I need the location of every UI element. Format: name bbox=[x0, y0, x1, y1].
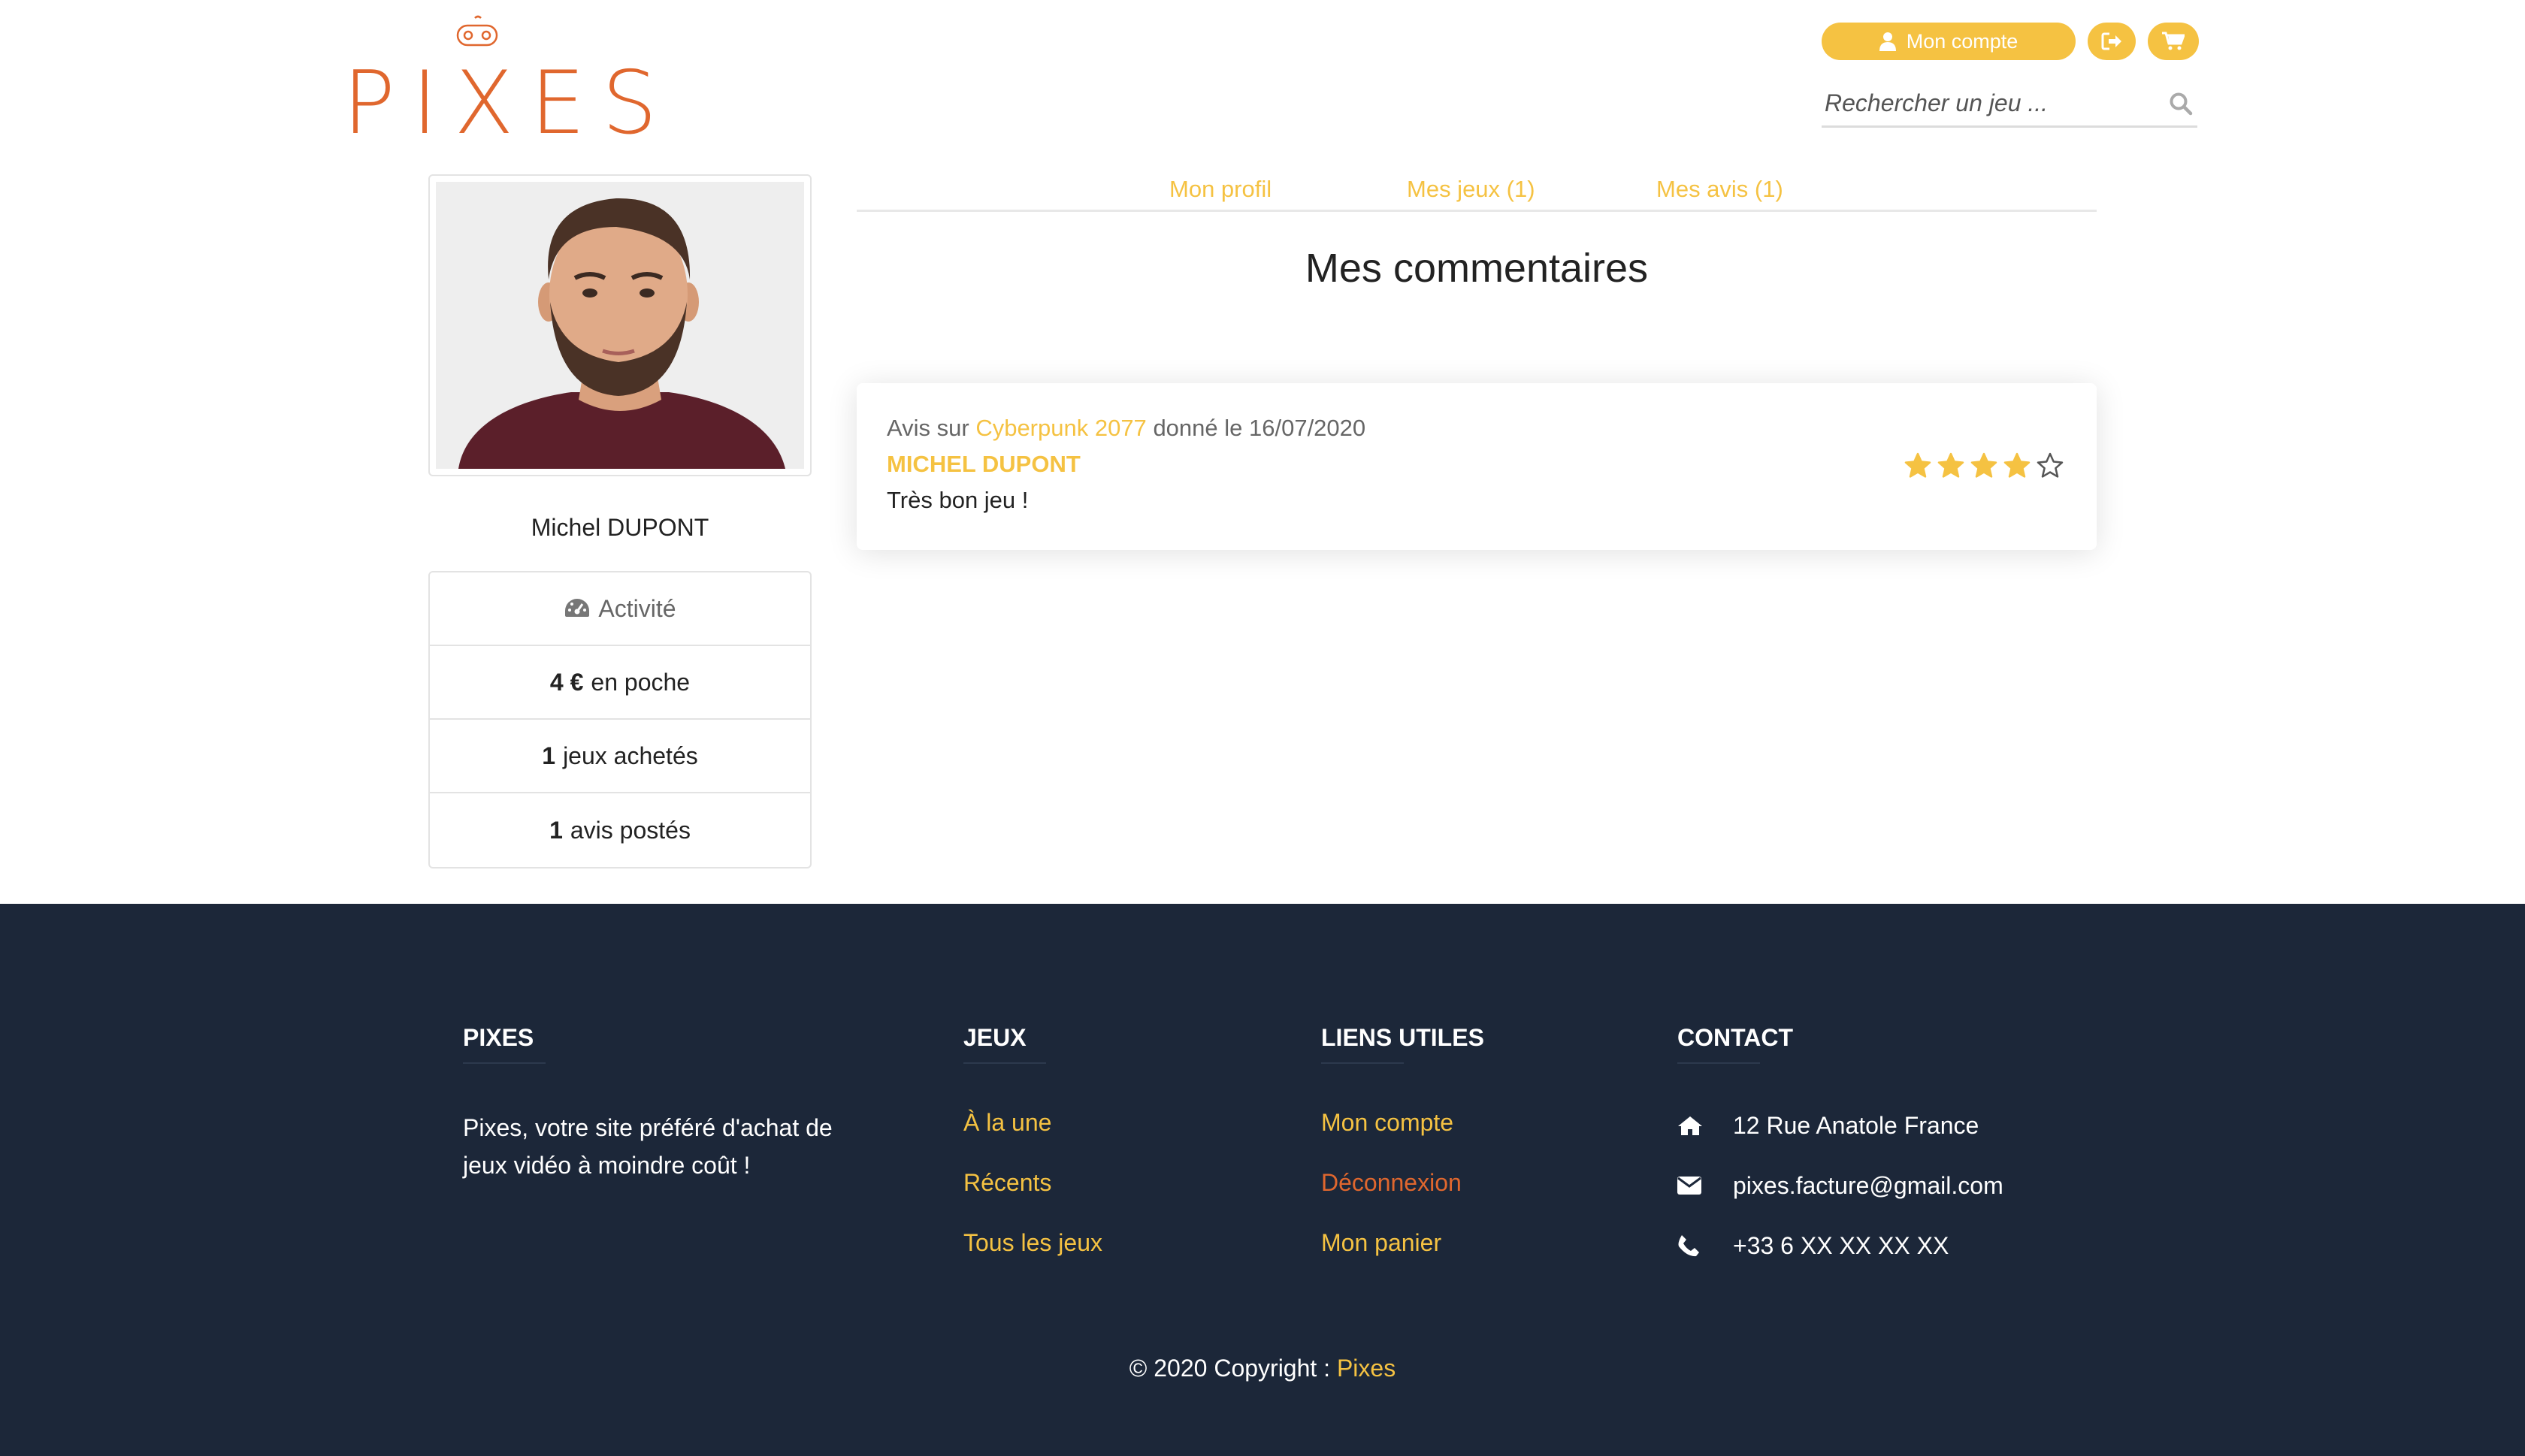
review-date: donné le 16/07/2020 bbox=[1153, 415, 1366, 441]
contact-phone-text: +33 6 XX XX XX XX bbox=[1733, 1231, 1949, 1259]
footer-useful-links: LIENS UTILES Mon compte Déconnexion Mon … bbox=[1321, 1024, 1484, 1289]
review-prefix: Avis sur bbox=[887, 415, 969, 441]
star-filled-icon bbox=[1970, 452, 1997, 478]
copyright: © 2020 Copyright : Pixes bbox=[0, 1355, 2525, 1382]
review-comment: Très bon jeu ! bbox=[887, 487, 1029, 513]
user-icon bbox=[1879, 32, 1896, 51]
wallet-stat: 4 € en poche bbox=[430, 646, 810, 720]
star-filled-icon bbox=[2003, 452, 2031, 478]
copyright-brand-link[interactable]: Pixes bbox=[1337, 1355, 1396, 1382]
wallet-suffix: en poche bbox=[591, 668, 691, 696]
star-empty-icon bbox=[2037, 452, 2064, 478]
logo-text: PIXES bbox=[343, 53, 674, 154]
account-button-label: Mon compte bbox=[1906, 29, 2018, 53]
home-icon bbox=[1678, 1116, 1702, 1135]
star-filled-icon bbox=[1904, 452, 1931, 478]
search-icon[interactable] bbox=[2164, 87, 2197, 120]
footer-link-logout[interactable]: Déconnexion bbox=[1321, 1169, 1484, 1202]
envelope-icon bbox=[1677, 1177, 1701, 1195]
footer-games: JEUX À la une Récents Tous les jeux bbox=[963, 1024, 1102, 1289]
profile-stats: Activité 4 € en poche 1 jeux achetés 1 a… bbox=[428, 571, 812, 868]
footer-link-recent[interactable]: Récents bbox=[963, 1169, 1102, 1202]
profile-tabs: Mon profil Mes jeux (1) Mes avis (1) bbox=[857, 170, 2097, 212]
contact-phone: +33 6 XX XX XX XX bbox=[1677, 1229, 2003, 1262]
footer-games-title: JEUX bbox=[963, 1024, 1102, 1064]
wallet-value: 4 € bbox=[549, 668, 584, 696]
reviews-suffix: avis postés bbox=[570, 816, 691, 844]
review-author: MICHEL DUPONT bbox=[887, 451, 1081, 477]
contact-address-text: 12 Rue Anatole France bbox=[1733, 1111, 1979, 1139]
account-button[interactable]: Mon compte bbox=[1822, 23, 2076, 60]
review-rating bbox=[1904, 452, 2064, 479]
review-card: Avis sur Cyberpunk 2077 donné le 16/07/2… bbox=[857, 383, 2097, 550]
contact-address: 12 Rue Anatole France bbox=[1677, 1109, 2003, 1142]
footer-link-featured[interactable]: À la une bbox=[963, 1109, 1102, 1142]
dashboard-icon bbox=[565, 599, 590, 617]
profile-photo bbox=[436, 182, 804, 469]
footer-about-title: PIXES bbox=[463, 1024, 869, 1064]
footer-about-text: Pixes, votre site préféré d'achat de jeu… bbox=[463, 1114, 833, 1179]
footer-contact-title: CONTACT bbox=[1677, 1024, 2003, 1064]
games-suffix: jeux achetés bbox=[563, 742, 698, 769]
contact-email: pixes.facture@gmail.com bbox=[1677, 1169, 2003, 1202]
activity-label: Activité bbox=[598, 594, 676, 622]
reviews-value: 1 bbox=[549, 816, 563, 844]
tab-my-reviews[interactable]: Mes avis (1) bbox=[1656, 176, 1783, 203]
games-stat: 1 jeux achetés bbox=[430, 720, 810, 793]
footer-link-cart[interactable]: Mon panier bbox=[1321, 1229, 1484, 1262]
footer-useful-title: LIENS UTILES bbox=[1321, 1024, 1484, 1064]
footer: PIXES Pixes, votre site préféré d'achat … bbox=[0, 904, 2525, 1456]
profile-photo-frame bbox=[428, 174, 812, 476]
footer-link-all-games[interactable]: Tous les jeux bbox=[963, 1229, 1102, 1262]
footer-contact: CONTACT 12 Rue Anatole France pixes.fact… bbox=[1677, 1024, 2003, 1289]
reviews-stat: 1 avis postés bbox=[430, 793, 810, 867]
page-title: Mes commentaires bbox=[1305, 246, 1649, 291]
footer-about: PIXES Pixes, votre site préféré d'achat … bbox=[463, 1024, 869, 1184]
gamepad-icon bbox=[456, 15, 498, 47]
logo[interactable]: PIXES bbox=[343, 15, 658, 147]
tab-my-games[interactable]: Mes jeux (1) bbox=[1407, 176, 1535, 203]
logout-button[interactable] bbox=[2088, 23, 2136, 60]
review-game-link[interactable]: Cyberpunk 2077 bbox=[975, 415, 1147, 441]
review-meta: Avis sur Cyberpunk 2077 donné le 16/07/2… bbox=[887, 415, 1365, 442]
profile-name: Michel DUPONT bbox=[531, 514, 709, 541]
games-value: 1 bbox=[542, 742, 556, 769]
logout-icon bbox=[2101, 32, 2121, 50]
tab-profile[interactable]: Mon profil bbox=[1169, 176, 1272, 203]
contact-email-text[interactable]: pixes.facture@gmail.com bbox=[1733, 1172, 2003, 1200]
copyright-prefix: © 2020 Copyright : bbox=[1129, 1355, 1331, 1382]
search-bar bbox=[1822, 81, 2197, 128]
cart-icon bbox=[2162, 32, 2185, 50]
footer-link-account[interactable]: Mon compte bbox=[1321, 1109, 1484, 1142]
phone-icon bbox=[1678, 1235, 1699, 1257]
search-input[interactable] bbox=[1822, 89, 2164, 117]
cart-button[interactable] bbox=[2148, 23, 2199, 60]
star-filled-icon bbox=[1937, 452, 1964, 478]
activity-header: Activité bbox=[430, 572, 810, 646]
